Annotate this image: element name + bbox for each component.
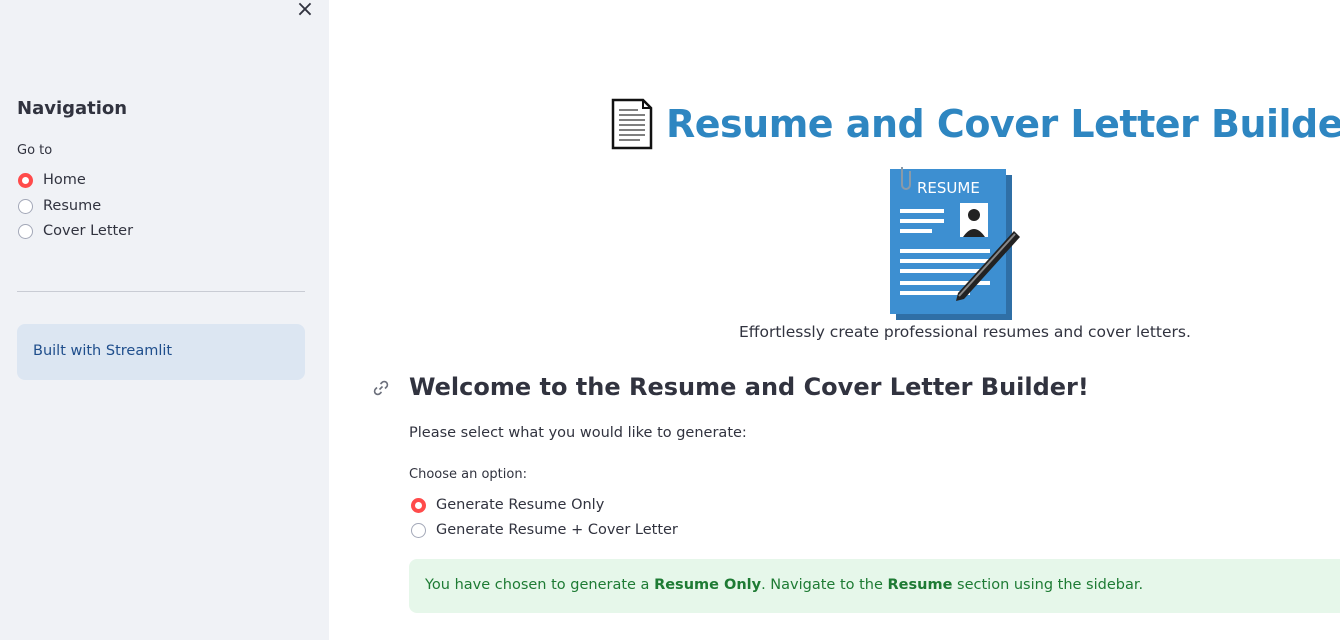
nav-radio-resume[interactable]: Resume [18,198,101,214]
option-radio-label: Generate Resume + Cover Letter [436,522,678,538]
nav-radio-cover-letter[interactable]: Cover Letter [18,223,133,239]
success-suffix: section using the sidebar. [952,577,1144,593]
welcome-heading: Welcome to the Resume and Cover Letter B… [409,373,1089,401]
radio-selected-icon[interactable] [411,497,426,513]
success-alert: You have chosen to generate a Resume Onl… [409,559,1340,613]
nav-radio-label: Home [43,172,86,188]
prompt-text: Please select what you would like to gen… [409,425,747,441]
sidebar-divider [17,291,305,292]
main-title-text: Resume and Cover Letter Builder [666,102,1340,146]
option-radio-resume-cover[interactable]: Generate Resume + Cover Letter [411,522,678,538]
nav-radio-label: Cover Letter [43,223,134,239]
sidebar: × Navigation Go to Home Resume Cover Let… [0,0,329,640]
tagline: Effortlessly create professional resumes… [739,323,1191,341]
success-choice: Resume Only [654,577,762,593]
anchor-link-icon[interactable] [372,379,390,397]
info-text: Built with Streamlit [33,343,173,359]
success-section: Resume [887,577,953,593]
built-with-info-box: Built with Streamlit [17,324,305,380]
success-middle: . Navigate to the [761,577,888,593]
nav-radio-home[interactable]: Home [18,172,86,188]
radio-selected-icon[interactable] [18,172,33,188]
close-sidebar-button[interactable]: × [294,0,316,22]
option-radio-label: Generate Resume Only [436,497,605,513]
nav-radio-label: Resume [43,198,102,214]
page-title: Resume and Cover Letter Builder [610,98,1340,150]
choose-option-label: Choose an option: [409,467,527,482]
success-prefix: You have chosen to generate a [425,577,655,593]
resume-illustration: RESUME [890,167,1020,320]
radio-unselected-icon[interactable] [411,522,426,538]
goto-label: Go to [17,143,53,158]
resume-image-text: RESUME [917,179,980,197]
radio-unselected-icon[interactable] [18,223,33,239]
option-radio-resume-only[interactable]: Generate Resume Only [411,497,604,513]
page-document-icon [611,98,653,150]
sidebar-title: Navigation [17,98,128,119]
radio-unselected-icon[interactable] [18,198,33,214]
